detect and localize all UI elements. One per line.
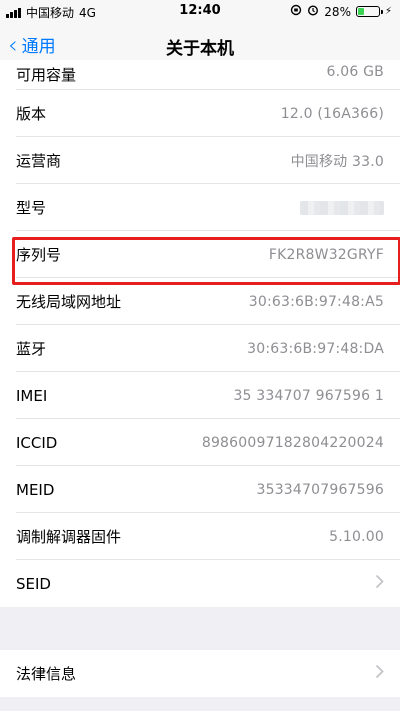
- row-label: 调制解调器固件: [16, 528, 122, 546]
- row-modem-firmware[interactable]: 调制解调器固件 5.10.00: [0, 513, 400, 560]
- row-label: 蓝牙: [16, 340, 47, 358]
- row-model[interactable]: 型号: [0, 184, 400, 231]
- battery-percent: 28%: [324, 4, 351, 19]
- row-value: 89860097182804220024: [201, 434, 384, 451]
- row-iccid[interactable]: ICCID 89860097182804220024: [0, 419, 400, 466]
- row-label: 型号: [16, 199, 47, 217]
- row-value: 中国移动 33.0: [290, 153, 384, 170]
- row-label: 版本: [16, 105, 47, 123]
- row-version[interactable]: 版本 12.0 (16A366): [0, 90, 400, 137]
- row-label: IMEI: [16, 386, 48, 405]
- row-value: 35334707967596: [256, 481, 384, 498]
- alarm-icon: [307, 4, 319, 19]
- row-value: 12.0 (16A366): [280, 105, 384, 122]
- row-label: 运营商: [16, 152, 62, 170]
- row-value: 5.10.00: [329, 528, 384, 545]
- row-capacity: 可用容量 6.06 GB: [0, 60, 400, 90]
- about-list: 可用容量 6.06 GB 版本 12.0 (16A366) 运营商 中国移动 3…: [0, 60, 400, 607]
- row-bluetooth[interactable]: 蓝牙 30:63:6B:97:48:DA: [0, 325, 400, 372]
- row-label: 无线局域网地址: [16, 293, 122, 311]
- row-value: FK2R8W32GRYF: [268, 246, 384, 263]
- orientation-lock-icon: [290, 4, 302, 19]
- blurred-model-value: [300, 200, 384, 215]
- row-value: 30:63:6B:97:48:DA: [247, 340, 384, 357]
- row-imei[interactable]: IMEI 35 334707 967596 1: [0, 372, 400, 419]
- row-label: ICCID: [16, 433, 58, 452]
- row-label: 序列号: [16, 246, 62, 264]
- row-value: 6.06 GB: [326, 64, 384, 80]
- charging-icon: ⚡: [384, 6, 392, 17]
- row-wifi-address[interactable]: 无线局域网地址 30:63:6B:97:48:A5: [0, 278, 400, 325]
- row-seid[interactable]: SEID: [0, 560, 400, 607]
- row-legal[interactable]: 法律信息: [0, 650, 400, 697]
- row-label: 法律信息: [16, 665, 77, 683]
- row-value: 30:63:6B:97:48:A5: [248, 293, 384, 310]
- chevron-right-icon: [375, 573, 384, 594]
- legal-list: 法律信息: [0, 650, 400, 697]
- row-meid[interactable]: MEID 35334707967596: [0, 466, 400, 513]
- row-label: MEID: [16, 480, 55, 499]
- row-value: 35 334707 967596 1: [233, 387, 384, 404]
- page-title: 关于本机: [166, 39, 234, 59]
- row-carrier[interactable]: 运营商 中国移动 33.0: [0, 137, 400, 184]
- row-serial-number[interactable]: 序列号 FK2R8W32GRYF: [0, 231, 400, 278]
- row-label: SEID: [16, 574, 51, 593]
- row-label: 可用容量: [16, 66, 77, 84]
- chevron-right-icon: [375, 663, 384, 684]
- battery-icon: [355, 6, 383, 17]
- status-right: 28% ⚡: [290, 4, 392, 19]
- status-bar: 中国移动 4G 12:40 28% ⚡: [0, 0, 400, 22]
